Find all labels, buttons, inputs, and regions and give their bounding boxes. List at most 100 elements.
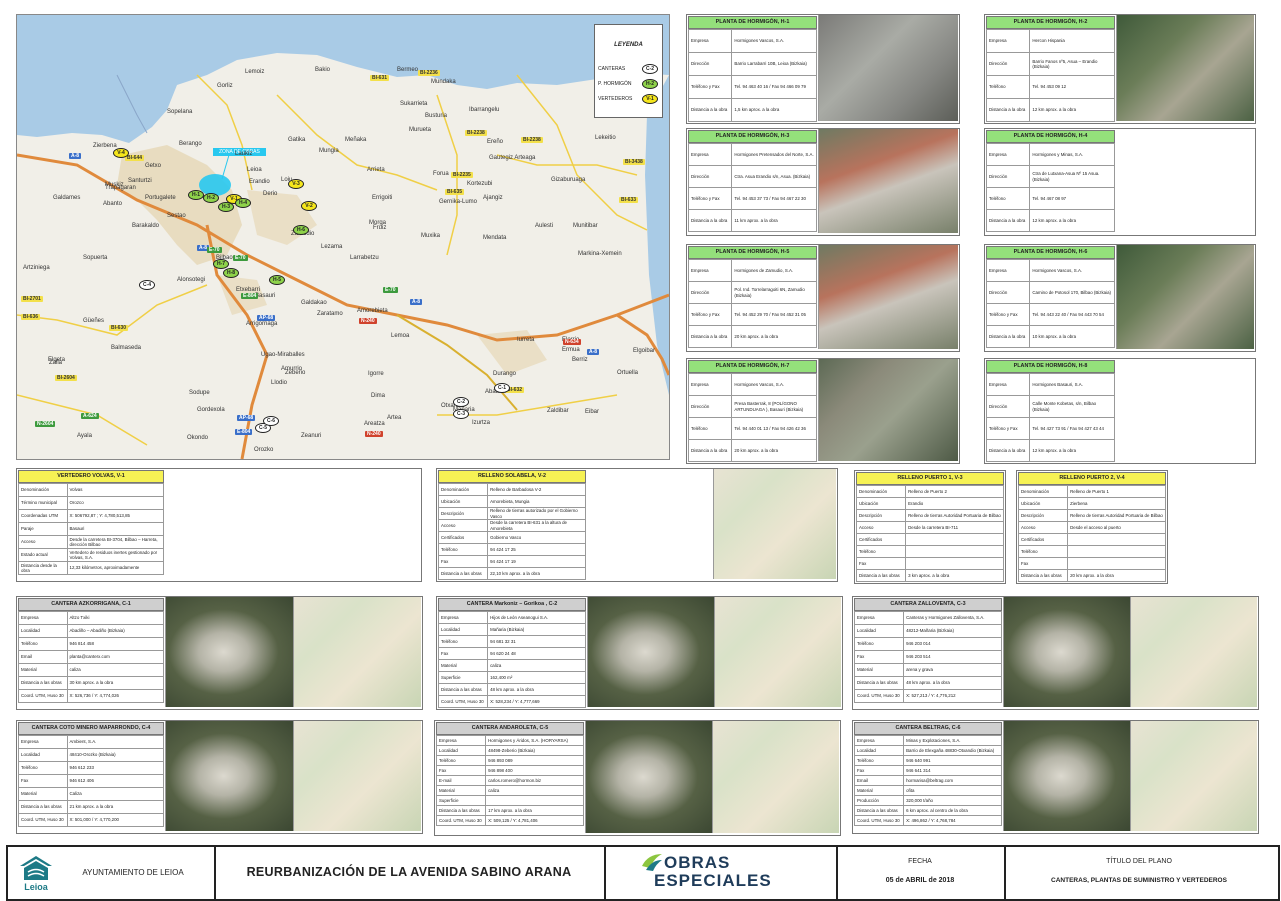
field-value — [905, 557, 1004, 570]
field-value: 946 612 233 — [66, 761, 164, 775]
sheet-table: Denominación Relleno de Barbadosa V-2 Ubic… — [437, 483, 586, 580]
sheet-row: Teléfono Tel. 94 440 01 13 / Fax 94 426 4… — [687, 417, 817, 440]
field-value: Relleno de tierras Autoridad Portuaria d… — [905, 509, 1004, 522]
sheet-title: CANTERA ANDAROLETA, C-5 — [436, 722, 584, 735]
sheet-title: RELLENO SOLABELA, V-2 — [438, 470, 586, 483]
field-value: Barrio Fanos nº5, Asua – Erandio (Bizkai… — [1029, 52, 1115, 76]
place-label: Errigoiti — [372, 195, 393, 201]
field-label: Denominación — [855, 485, 907, 498]
field-value: Tel. 94 463 40 16 / Fax 94 466 09 79 — [731, 75, 817, 99]
place-label: Areatza — [364, 421, 385, 427]
place-label: Busturia — [425, 113, 448, 119]
field-label: Distancia a la obra — [985, 325, 1031, 348]
field-label: Teléfono — [853, 755, 905, 766]
company-name-line1: OBRAS — [664, 853, 731, 872]
legend-label: P. HORMIGÓN — [598, 81, 632, 87]
place-label: Ortuella — [617, 370, 639, 376]
field-label: Teléfono — [985, 75, 1031, 99]
field-label: Denominación — [437, 483, 489, 496]
place-label: Larrabetzu — [350, 255, 379, 261]
field-value: Barrio Larrabarri 10B, Leioa (Bizkaia) — [731, 52, 817, 76]
field-value: 3 km aprox. a la obra — [905, 569, 1004, 582]
field-value: 1,5 km aprox. a la obra — [731, 98, 817, 122]
site-marker-h-3: H-3 — [218, 202, 234, 212]
field-value: 12 km aprox. a la obra — [1029, 98, 1115, 122]
field-value: 30 km aprox. a la obra — [66, 676, 164, 690]
municipality-name: AYUNTAMIENTO DE LEIOA — [82, 868, 184, 877]
field-value: Hormigones y Áridos, S.A. (HORYARSA) — [485, 735, 584, 746]
sheet-row: Distancia a la obra 12 km aprox. a la obr… — [985, 439, 1115, 462]
field-value: 21 km aprox. a la obra — [66, 800, 164, 814]
field-label: Dirección — [687, 281, 733, 304]
field-label: Superficie — [435, 795, 487, 806]
sheet-row: Fax 94 424 17 19 — [437, 555, 586, 568]
road-shield: BI-2604 — [55, 375, 77, 381]
field-label: Certificados — [855, 533, 907, 546]
road-shield: BI-636 — [21, 314, 41, 320]
sheet-row: Superficie 162,400 m² — [437, 671, 586, 684]
legend-title: LEYENDA — [614, 42, 643, 48]
place-label: Mendata — [483, 235, 507, 241]
place-label: Galdames — [53, 195, 81, 201]
site-marker-v-2: V-2 — [301, 201, 317, 211]
field-value: 320,000 t/año — [903, 795, 1002, 806]
site-marker-h-8: H-8 — [223, 268, 239, 278]
place-label: Galdakao — [301, 300, 327, 306]
field-label: Término municipal — [18, 496, 68, 510]
field-label: Certificados — [1017, 533, 1069, 546]
location-map-thumbnail — [1130, 597, 1257, 707]
field-label: Dirección — [985, 395, 1031, 418]
field-label: Dirección — [687, 52, 733, 76]
place-label: Berango — [179, 141, 202, 147]
sheet-title: CANTERA COTO MINERO MAPARRONDO, C-4 — [18, 722, 164, 735]
field-value — [1067, 533, 1166, 546]
aerial-photo — [165, 597, 294, 707]
road-shield: N-634 — [563, 339, 581, 345]
field-label: Distancia a la obra — [687, 209, 733, 232]
sheet-row: Coordenadas UTM X: 506792,87 ; Y: 4,780,5… — [18, 509, 164, 523]
field-value: 12 km aprox. a la obra — [1029, 439, 1115, 462]
road-shield: A-8 — [410, 299, 423, 305]
field-label: Empresa — [18, 735, 68, 749]
sheet-table: Empresa Hormigones y Áridos, S.A. (HORYAR… — [435, 735, 584, 826]
place-label: Sopuerta — [83, 255, 108, 261]
road-shield: BI-2701 — [21, 296, 43, 302]
sheet-row: Empresa Canteras y Hormigones Zalloventa,… — [853, 611, 1002, 625]
field-value: X: 506792,87 ; Y: 4,780,513,85 — [66, 509, 164, 523]
field-label: Teléfono — [437, 635, 489, 648]
sheet-table: Empresa Hormigones Vascos, S.A. Dirección P… — [687, 373, 817, 462]
field-label: Email — [853, 775, 905, 786]
place-label: Alonsotegi — [177, 277, 206, 283]
sheet-row: Teléfono y Fax Tel. 94 443 22 40 / Fax 94… — [985, 303, 1115, 326]
sheet-row: Distancia a la obra 1,5 km aprox. a la ob… — [687, 98, 817, 122]
field-label: Fax — [853, 765, 905, 776]
place-label: Lekeitio — [595, 135, 616, 141]
field-value: X: 526,736 / Y: 4,774,026 — [66, 689, 164, 703]
sheet-row: Teléfono 946 640 991 — [853, 755, 1002, 766]
sheet-title: PLANTA DE HORMIGÓN, H-3 — [688, 130, 817, 143]
field-value: Hijos de León Aseanogui S.A. — [487, 611, 586, 624]
place-label: Dima — [371, 393, 386, 399]
field-label: Teléfono — [18, 761, 68, 775]
place-label: Ermua — [562, 347, 580, 353]
road-shield: BI-3438 — [623, 159, 645, 165]
field-value: Ctra. Asua Erandio s/n, Asua. (Bizkaia) — [731, 165, 817, 188]
field-value: Amorebieta, Mungia — [487, 495, 586, 508]
sheet-row: Coord. UTM, Huso 30 X: 528,234 / Y: 4,777… — [437, 695, 586, 708]
sheet-row: Acceso Desde la carretera BI-631 a la alt… — [437, 519, 586, 532]
sheet-row: Certificados — [855, 533, 1004, 546]
sheet-table: Empresa Altzo Txiki Localidad Abadiño – Aba… — [18, 611, 164, 703]
sheet-row: Teléfono 946 814 458 — [18, 637, 164, 651]
sheet-table: Empresa Hijos de León Aseanogui S.A. Local… — [437, 611, 586, 708]
field-label: Descripción — [855, 509, 907, 522]
field-label: Teléfono — [435, 755, 487, 766]
sheet-row: Material caliza — [437, 659, 586, 672]
place-label: Abanto — [103, 201, 123, 207]
field-value: Hormigones Vascos, S.A. — [731, 373, 817, 396]
field-value: caliza — [66, 663, 164, 677]
field-value: Hormigones de Zamudio, S.A. — [731, 259, 817, 282]
sheet-row: Empresa Hormigones Vascos, S.A. — [985, 259, 1115, 282]
sheet-row: Ubicación Zierbena — [1017, 497, 1166, 510]
field-value: Tel. 94 440 01 13 / Fax 94 426 42 36 — [731, 417, 817, 440]
sheet-title: CANTERA Markoniz – Gorikoa , C-2 — [438, 598, 586, 611]
